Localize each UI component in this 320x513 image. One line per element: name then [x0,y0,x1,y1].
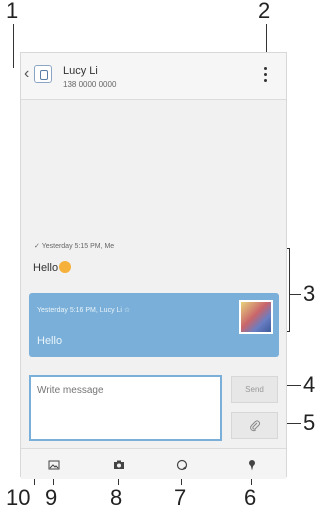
attach-button[interactable] [231,412,278,439]
callout-1-line [13,24,14,68]
outgoing-message[interactable]: Hello [33,261,72,274]
callout-8: 8 [110,485,123,510]
location-pin-icon[interactable] [246,459,258,471]
callout-5: 5 [303,410,316,435]
sent-check-icon: ✓ [34,243,40,250]
conversation-header: ‹ Lucy Li 138 0000 0000 [21,53,286,100]
compose-toolbar [21,448,286,479]
paperclip-icon [250,420,260,432]
compose-box[interactable] [29,375,222,441]
callout-2: 2 [258,0,271,23]
image-icon[interactable] [48,459,60,471]
incoming-message-text: Hello [37,335,63,347]
messaging-screen: ‹ Lucy Li 138 0000 0000 ✓ Yesterday 5:15… [20,52,287,479]
overflow-menu-icon[interactable] [264,67,268,85]
contact-number: 138 0000 0000 [63,80,117,89]
callout-10: 10 [6,485,31,510]
message-input[interactable] [37,385,212,396]
callout-1: 1 [6,0,19,23]
callout-7: 7 [174,485,187,510]
back-arrow-icon[interactable]: ‹ [24,65,29,83]
incoming-message-bubble[interactable]: Yesterday 5:16 PM, Lucy Li ☆ Hello [29,293,279,357]
incoming-message-meta: Yesterday 5:16 PM, Lucy Li ☆ [37,307,131,314]
image-attachment-thumbnail[interactable] [239,300,273,334]
contact-name: Lucy Li [63,65,98,77]
send-button[interactable]: Send [231,376,278,403]
smiley-emoji-icon [59,261,72,273]
contact-avatar-icon[interactable] [34,65,52,83]
callout-9: 9 [45,485,58,510]
outgoing-message-meta: ✓ Yesterday 5:15 PM, Me [34,243,115,250]
callout-6: 6 [244,485,257,510]
star-icon[interactable]: ☆ [124,307,130,314]
callout-3-bracket-side [289,248,290,332]
sticker-icon[interactable] [176,459,188,471]
callout-3-line [289,294,301,295]
callout-4: 4 [303,372,316,397]
camera-icon[interactable] [113,459,125,471]
callout-3: 3 [303,281,316,306]
